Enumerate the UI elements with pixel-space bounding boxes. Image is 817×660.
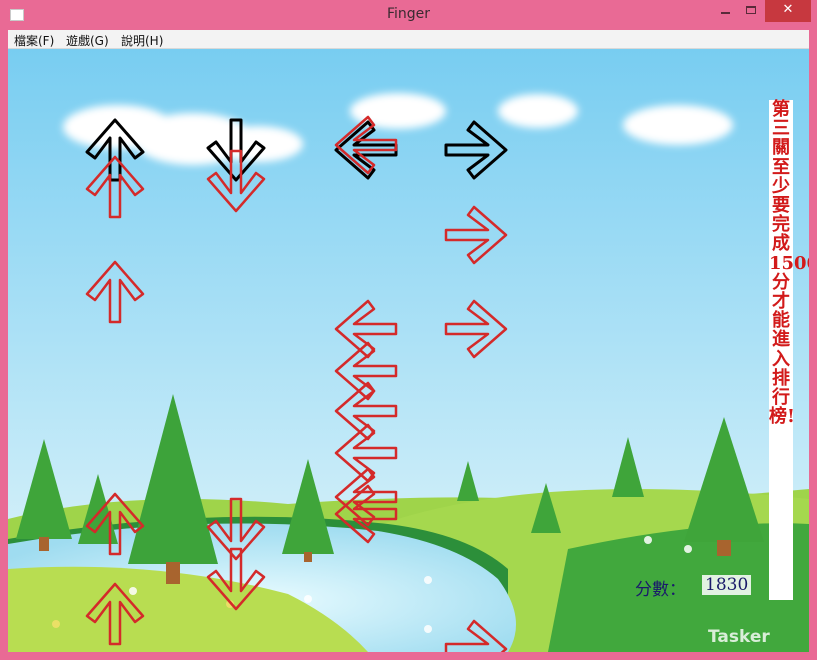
app-window: Finger ✕ 檔案(F) 遊戲(G) 說明(H) 第三關至少要完成15 分才… [0,0,817,660]
menu-game[interactable]: 遊戲(G) [66,32,109,49]
score-value: 1830 [702,575,752,595]
maximize-icon [746,6,756,14]
minimize-button[interactable] [712,0,738,22]
game-canvas[interactable]: 第三關至少要完成1500分才能進入排行榜! 分數： 1830 Tasker [8,49,809,652]
menu-file[interactable]: 檔案(F) [14,32,54,49]
close-icon: ✕ [782,2,794,17]
close-button[interactable]: ✕ [765,0,811,22]
hills [8,489,809,652]
score-label: 分數： [635,580,686,600]
minimize-icon [720,12,730,14]
window-title: Finger [386,6,431,22]
tasker-watermark: Tasker [708,627,770,647]
menu-help[interactable]: 說明(H) [121,32,163,49]
maximize-button[interactable] [738,0,764,22]
game-scene [8,49,809,652]
menu-bar: 檔案(F) 遊戲(G) 說明(H) [8,30,809,49]
rule-banner: 第三關至少要完成1500分才能進入排行榜! [769,100,809,600]
title-bar[interactable]: Finger ✕ [0,0,817,30]
